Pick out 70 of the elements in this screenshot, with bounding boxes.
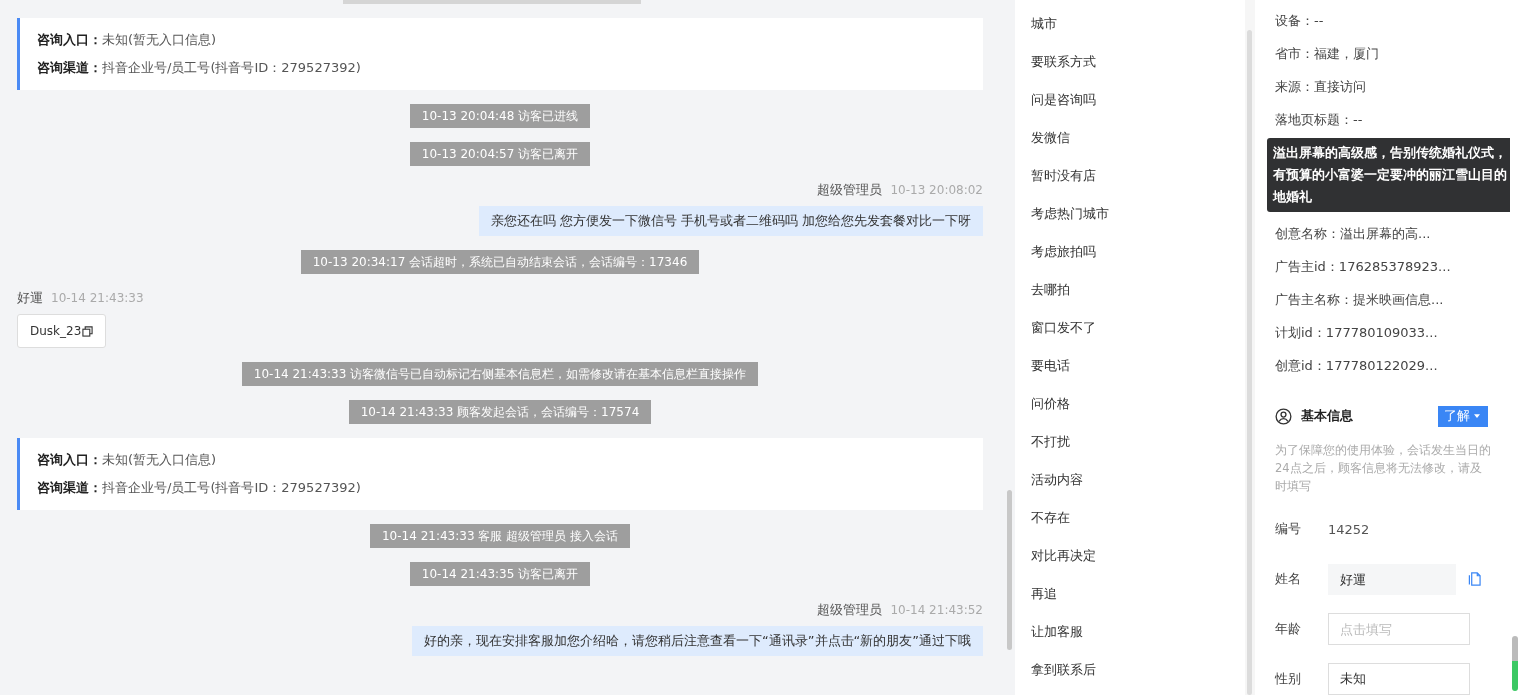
entry-label: 咨询入口： [37, 452, 102, 467]
entry-value: 未知(暂无入口信息) [102, 32, 217, 47]
quick-reply-item[interactable]: 不存在 [1015, 499, 1245, 537]
quick-reply-item[interactable]: 拿到联系后 [1015, 651, 1245, 689]
visitor-info-row-text: 创意id：177780122029... [1275, 357, 1439, 375]
visitor-info-row-text: 落地页标题：-- [1275, 111, 1364, 129]
field-label: 编号 [1275, 520, 1302, 538]
channel-value: 抖音企业号/员工号(抖音号ID：279527392) [102, 480, 361, 495]
tooltip: 溢出屏幕的高级感，告别传统婚礼仪式，有预算的小富婆一定要冲的丽江雪山目的地婚礼 [1267, 138, 1510, 212]
message-text: Dusk_23 [30, 324, 82, 338]
system-message: 10-14 21:43:33 客服 超级管理员 接入会话 [370, 524, 630, 548]
quick-reply-item[interactable]: 让加客服 [1015, 613, 1245, 651]
scrollbar-thumb[interactable] [1512, 636, 1518, 691]
quick-reply-item[interactable]: 考虑热门城市 [1015, 195, 1245, 233]
sender-name: 超级管理员 [817, 182, 883, 197]
quick-reply-item[interactable]: 发微信 [1015, 119, 1245, 157]
message-bubble: 亲您还在吗 您方便发一下微信号 手机号或者二维码吗 加您给您先发套餐对比一下呀 [478, 206, 983, 236]
copy-icon[interactable] [1468, 572, 1481, 586]
quick-reply-item[interactable]: 要联系方式 [1015, 43, 1245, 81]
system-message: 10-13 20:34:17 会话超时，系统已自动结束会话，会话编号：17346 [300, 250, 700, 274]
quick-reply-item[interactable]: 再追 [1015, 575, 1245, 613]
quick-reply-item[interactable]: 活动内容 [1015, 461, 1245, 499]
field-value: 14252 [1328, 521, 1370, 537]
quick-reply-item[interactable]: 不打扰 [1015, 423, 1245, 461]
system-message: 10-13 20:04:48 访客已进线 [409, 104, 591, 128]
entry-label: 咨询入口： [37, 32, 102, 47]
scrollbar-thumb[interactable] [1007, 490, 1012, 650]
user-icon [1275, 407, 1292, 425]
quick-reply-item[interactable]: 要电话 [1015, 347, 1245, 385]
quick-reply-item[interactable]: 城市 [1015, 5, 1245, 43]
quick-reply-item[interactable]: 暂时没有店 [1015, 157, 1245, 195]
message-time: 10-13 20:08:02 [890, 183, 983, 197]
field-label: 年龄 [1275, 620, 1302, 638]
channel-label: 咨询渠道： [37, 60, 102, 75]
caret-icon [1474, 414, 1480, 418]
system-message: 10-14 21:43:33 顾客发起会话，会话编号：17574 [348, 400, 652, 424]
scrollbar-thumb[interactable] [1247, 30, 1252, 695]
quick-reply-item[interactable]: 对比再决定 [1015, 537, 1245, 575]
hint-text: 为了保障您的使用体验，会话发生当日的24点之后，顾客信息将无法修改，请及时填写 [1275, 442, 1492, 495]
system-message: 10-14 21:43:33 访客微信号已自动标记右侧基本信息栏，如需修改请在基本信息栏直接操作 [241, 362, 759, 386]
visitor-info-row-text: 设备：-- [1275, 12, 1325, 30]
section-title: 基本信息 [1301, 407, 1354, 425]
channel-value: 抖音企业号/员工号(抖音号ID：279527392) [102, 60, 361, 75]
visitor-info-row-text: 广告主id：176285378923... [1275, 258, 1452, 276]
sender-name: 好運 [17, 290, 43, 305]
entry-value: 未知(暂无入口信息) [102, 452, 217, 467]
quick-reply-item[interactable]: 考虑旅拍吗 [1015, 233, 1245, 271]
visitor-info-row-text: 计划id：177780109033... [1275, 324, 1439, 342]
visitor-info-row-text: 创意名称：溢出屏幕的高... [1275, 225, 1432, 243]
field-label: 姓名 [1275, 570, 1302, 588]
channel-label: 咨询渠道： [37, 480, 102, 495]
copy-icon[interactable] [82, 325, 94, 337]
message-bubble: 好的亲，现在安排客服加您介绍哈，请您稍后注意查看一下“通讯录”并点击“新的朋友”通过下哦 [412, 626, 983, 656]
message-time: 10-14 21:43:52 [890, 603, 983, 617]
quick-reply-item[interactable]: 窗口发不了 [1015, 309, 1245, 347]
quick-reply-item[interactable]: 去哪拍 [1015, 271, 1245, 309]
input-field[interactable]: 未知 [1328, 663, 1470, 695]
message-time: 10-14 21:43:33 [51, 291, 144, 305]
visitor-info-row-text: 省市：福建，厦门 [1275, 45, 1380, 63]
system-message: 10-14 21:43:35 访客已离开 [409, 562, 591, 586]
learn-dropdown-button[interactable]: 了解 [1438, 405, 1488, 427]
visitor-info-row-text: 来源：直接访问 [1275, 78, 1367, 96]
name-field[interactable]: 好運 [1328, 563, 1456, 595]
quick-reply-item[interactable]: 问是咨询吗 [1015, 81, 1245, 119]
field-label: 性别 [1275, 670, 1302, 688]
input-field[interactable]: 点击填写 [1328, 613, 1470, 645]
system-message: 10-13 20:04:57 访客已离开 [409, 142, 591, 166]
visitor-info-row-text: 广告主名称：提米映画信息... [1275, 291, 1445, 309]
sender-name: 超级管理员 [817, 602, 883, 617]
quick-reply-item[interactable]: 问价格 [1015, 385, 1245, 423]
